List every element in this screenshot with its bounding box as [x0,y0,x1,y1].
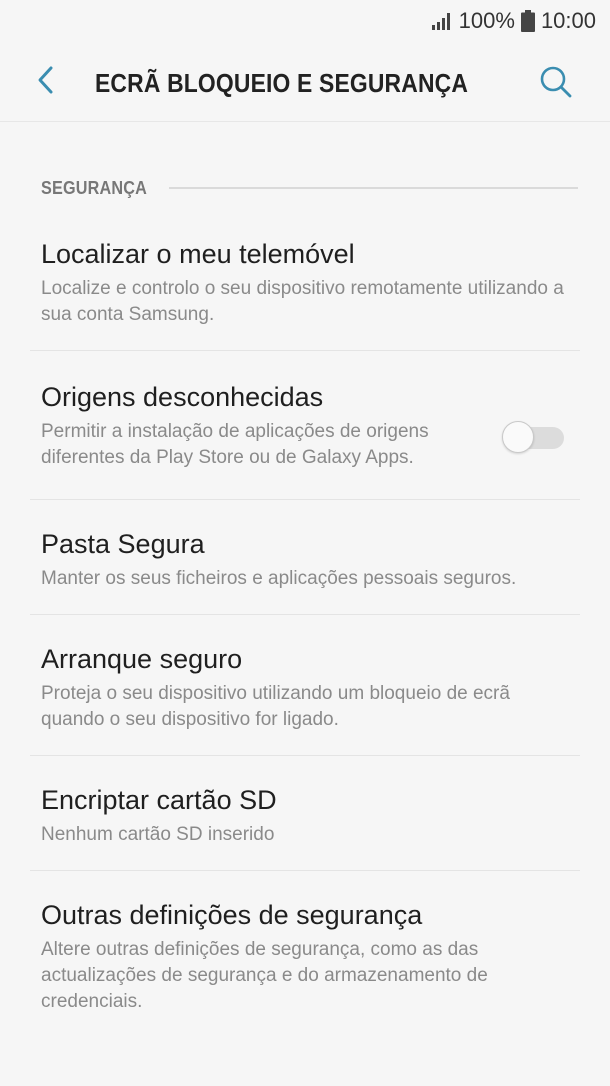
setting-subtitle: Altere outras definições de segurança, c… [41,939,488,1012]
setting-title: Encriptar cartão SD [41,785,277,815]
settings-list: Localizar o meu telemóvel Localize e con… [0,214,610,1037]
search-icon [539,65,573,104]
setting-title: Arranque seguro [41,644,243,674]
setting-secure-startup[interactable]: Arranque seguro Proteja o seu dispositiv… [0,615,610,755]
section-divider [168,187,578,189]
setting-subtitle: Manter os seus ficheiros e aplicações pe… [41,568,517,589]
setting-title: Pasta Segura [41,529,205,559]
unknown-sources-toggle[interactable] [502,421,564,455]
page-title: ECRÃ BLOQUEIO E SEGURANÇA [95,68,469,98]
signal-bars-icon [431,11,453,31]
setting-title: Outras definições de segurança [41,900,423,930]
setting-encrypt-sd-card[interactable]: Encriptar cartão SD Nenhum cartão SD ins… [0,756,610,870]
setting-secure-folder[interactable]: Pasta Segura Manter os seus ficheiros e … [0,500,610,614]
chevron-left-icon [36,65,56,100]
setting-subtitle: Localize e controlo o seu dispositivo re… [41,278,564,325]
setting-subtitle: Permitir a instalação de aplicações de o… [41,421,429,468]
setting-title: Origens desconhecidas [41,382,324,412]
status-indicators: 100% 10:00 [431,8,596,34]
toggle-knob [502,421,534,453]
section-header: SEGURANÇA [41,174,578,202]
setting-title: Localizar o meu telemóvel [41,239,355,269]
setting-unknown-sources[interactable]: Origens desconhecidas Permitir a instala… [0,351,610,499]
battery-icon [520,10,535,32]
section-title: SEGURANÇA [41,177,148,198]
battery-percent: 100% [458,8,515,33]
setting-subtitle: Nenhum cartão SD inserido [41,824,275,845]
setting-subtitle: Proteja o seu dispositivo utilizando um … [41,683,510,730]
search-button[interactable] [536,64,576,104]
clock: 10:00 [540,8,596,33]
setting-other-security[interactable]: Outras definições de segurança Altere ou… [0,871,610,1037]
status-bar: 100% 10:00 [0,0,610,44]
app-bar: ECRÃ BLOQUEIO E SEGURANÇA [0,44,610,122]
back-button[interactable] [30,66,62,98]
setting-find-my-mobile[interactable]: Localizar o meu telemóvel Localize e con… [0,214,610,350]
